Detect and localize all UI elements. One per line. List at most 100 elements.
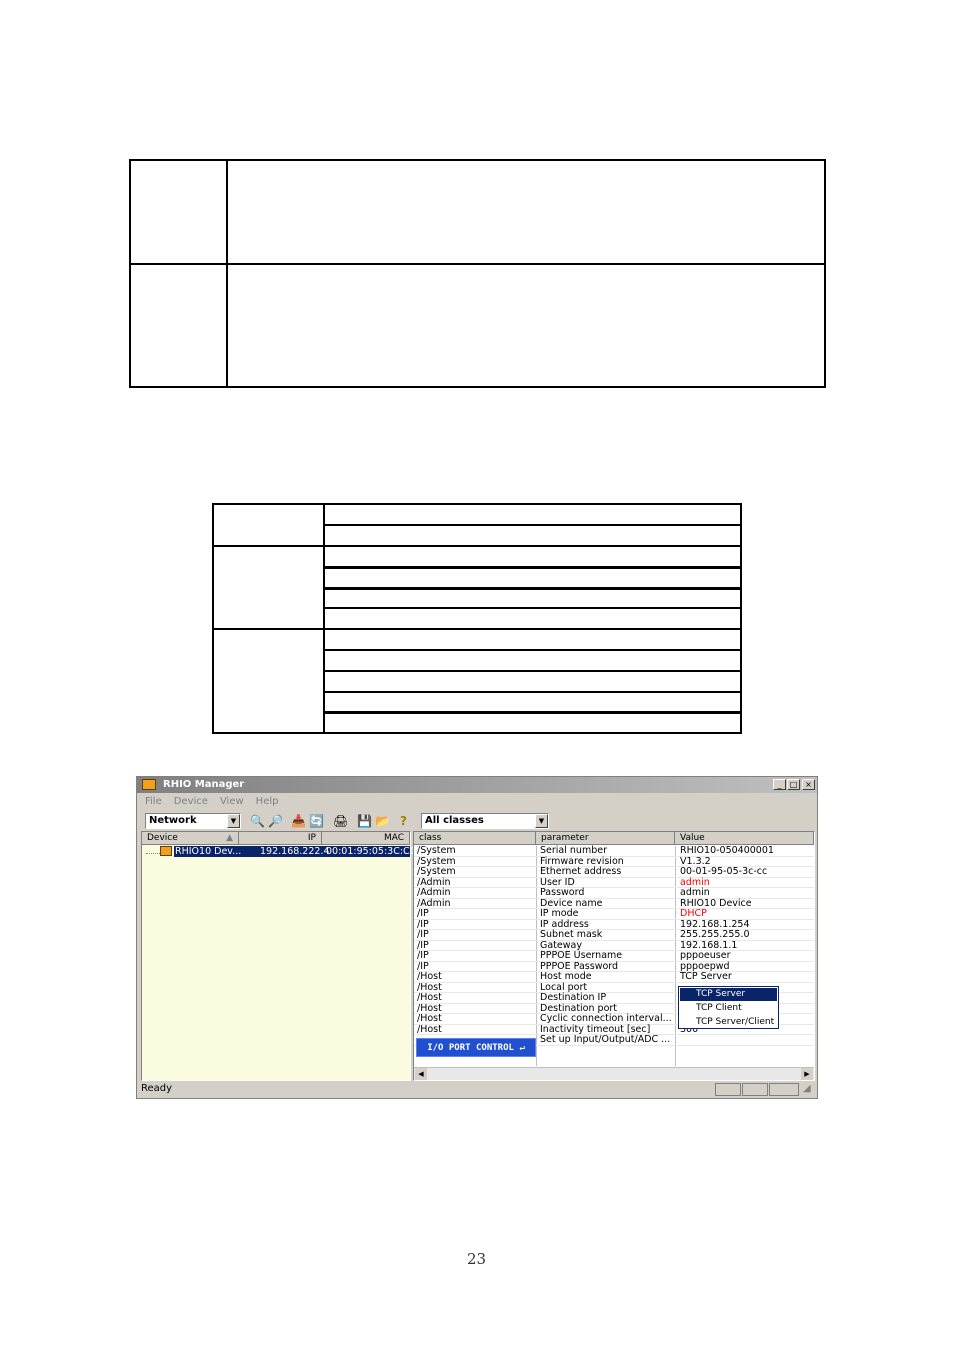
print-icon[interactable]: 🖨 — [333, 814, 348, 828]
divider — [324, 524, 741, 526]
param-parameter: Host mode — [540, 971, 592, 982]
header-class[interactable]: class — [414, 832, 536, 845]
param-class: /IP — [417, 950, 429, 961]
param-class: /Admin — [417, 897, 451, 909]
param-class: /IP — [417, 918, 429, 930]
param-class: /Host — [417, 992, 442, 1003]
param-parameter: Ethernet address — [540, 866, 622, 877]
io-port-control-button[interactable]: I/O PORT CONTROL ↵ — [416, 1038, 536, 1057]
network-select[interactable]: Network ▼ — [145, 813, 241, 829]
menu-view[interactable]: View — [220, 796, 244, 807]
param-row[interactable]: /Admin Device name RHIO10 Device — [414, 897, 814, 909]
save-icon[interactable]: 💾 — [357, 814, 372, 828]
download-icon[interactable]: 📥 — [291, 814, 306, 828]
param-class: /Admin — [417, 876, 451, 888]
resize-grip-icon[interactable]: ◢ — [803, 1083, 811, 1094]
divider — [324, 607, 741, 609]
param-row[interactable]: /IP PPPOE Password pppoepwd — [414, 960, 814, 972]
divider — [130, 263, 825, 265]
param-row[interactable]: /IP IP address 192.168.1.254 — [414, 918, 814, 930]
find-icon[interactable]: 🔎 — [268, 814, 283, 828]
header-mac[interactable]: MAC — [322, 832, 410, 845]
param-row[interactable]: /Admin Password admin — [414, 888, 814, 899]
param-row[interactable]: /Admin User ID admin — [414, 876, 814, 888]
device-pane: Device ▲ IP MAC RHIO10 Dev... 192.168.22… — [141, 831, 416, 1081]
window-title: RHIO Manager — [163, 779, 245, 790]
header-device[interactable]: Device ▲ — [142, 832, 239, 845]
param-value: 192.168.1.1 — [680, 939, 738, 951]
param-class: /System — [417, 845, 456, 856]
divider — [213, 628, 741, 630]
param-value: pppoepwd — [680, 960, 730, 972]
divider — [324, 670, 741, 672]
divider — [226, 160, 228, 387]
title-bar: RHIO Manager — [137, 777, 817, 793]
close-button[interactable]: × — [802, 779, 815, 790]
param-row[interactable]: /Host Host mode TCP Server — [414, 972, 814, 983]
menu-file[interactable]: File — [145, 796, 162, 807]
scroll-left-icon: ◀ — [415, 1068, 427, 1080]
param-parameter: PPPOE Password — [540, 960, 619, 972]
param-class: /Host — [417, 1023, 442, 1035]
chevron-down-icon: ▼ — [227, 814, 240, 828]
param-value: pppoeuser — [680, 950, 731, 961]
menu-bar: File Device View Help — [137, 794, 817, 809]
param-row[interactable]: /System Serial number RHIO10-050400001 — [414, 846, 814, 857]
help-icon[interactable]: ? — [400, 814, 407, 828]
param-value: RHIO10 Device — [680, 897, 752, 909]
horizontal-scrollbar[interactable]: ◀ ▶ — [414, 1067, 814, 1080]
parameter-pane: class parameter Value /System Serial numb… — [413, 831, 815, 1081]
param-parameter: PPPOE Username — [540, 950, 623, 961]
header-value[interactable]: Value — [675, 832, 814, 845]
divider — [324, 587, 741, 590]
param-class: /IP — [417, 960, 429, 972]
param-value: DHCP — [680, 908, 707, 919]
param-parameter: Device name — [540, 897, 603, 909]
status-panel — [742, 1083, 768, 1096]
param-parameter: Local port — [540, 981, 588, 993]
param-parameter: IP address — [540, 918, 589, 930]
param-parameter: Cyclic connection interval... — [540, 1013, 672, 1024]
param-value: 255.255.255.0 — [680, 929, 750, 940]
option-tcp-server[interactable]: TCP Server — [680, 988, 777, 1001]
maximize-button[interactable]: □ — [787, 779, 800, 790]
param-row[interactable]: /IP PPPOE Username pppoeuser — [414, 951, 814, 962]
divider — [323, 504, 325, 733]
param-parameter: IP mode — [540, 908, 579, 919]
param-value: 192.168.1.254 — [680, 918, 750, 930]
param-parameter: Destination IP — [540, 992, 607, 1003]
option-tcp-server-client[interactable]: TCP Server/Client — [680, 1016, 777, 1029]
param-parameter: Gateway — [540, 939, 582, 951]
param-row[interactable]: /System Ethernet address 00-01-95-05-3c-cc — [414, 867, 814, 878]
menu-help[interactable]: Help — [256, 796, 279, 807]
param-parameter: Destination port — [540, 1002, 618, 1014]
divider — [213, 545, 741, 547]
param-value: V1.3.2 — [680, 855, 711, 867]
app-icon — [142, 779, 156, 790]
param-parameter: Subnet mask — [540, 929, 603, 940]
search-icon[interactable]: 🔍 — [250, 814, 265, 828]
device-row[interactable]: RHIO10 Dev... 192.168.222.4 00:01:95:05:… — [174, 846, 416, 857]
param-parameter: Serial number — [540, 845, 607, 856]
open-folder-icon[interactable]: 📂 — [375, 814, 390, 828]
page-number: 23 — [467, 1250, 487, 1268]
menu-device[interactable]: Device — [174, 796, 208, 807]
status-panel — [715, 1083, 741, 1096]
param-parameter: Firmware revision — [540, 855, 624, 867]
class-select[interactable]: All classes ▼ — [421, 813, 549, 829]
minimize-button[interactable]: _ — [773, 779, 786, 790]
param-row[interactable]: /IP Subnet mask 255.255.255.0 — [414, 930, 814, 941]
param-class: /Host — [417, 1013, 442, 1024]
param-parameter: Inactivity timeout [sec] — [540, 1023, 651, 1035]
refresh-icon[interactable]: 🔄 — [309, 814, 324, 828]
header-ip[interactable]: IP — [239, 832, 322, 845]
option-tcp-client[interactable]: TCP Client — [680, 1002, 777, 1015]
divider — [324, 566, 741, 569]
scroll-right-icon: ▶ — [801, 1068, 813, 1080]
param-parameter: User ID — [540, 876, 575, 888]
param-class: /IP — [417, 929, 429, 940]
param-row[interactable]: /IP IP mode DHCP — [414, 909, 814, 920]
param-parameter: Set up Input/Output/ADC ... — [540, 1034, 671, 1045]
header-parameter[interactable]: parameter — [536, 832, 675, 845]
param-value: RHIO10-050400001 — [680, 845, 774, 856]
